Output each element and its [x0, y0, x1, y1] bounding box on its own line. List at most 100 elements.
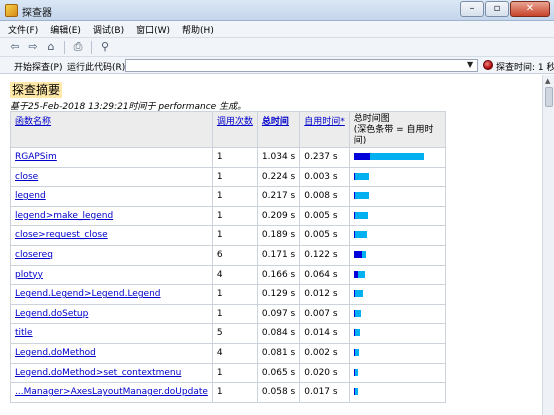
time-bar	[353, 231, 441, 239]
total-time-bar	[353, 211, 368, 219]
time-bar	[353, 309, 441, 318]
timer-icon	[483, 60, 493, 70]
sort-by-name-link[interactable]: 函数名称	[15, 117, 51, 127]
self-time-bar	[353, 192, 355, 200]
toolbar-separator	[91, 40, 92, 54]
cell-calls: 6	[211, 244, 258, 266]
cell-time-graph	[348, 205, 446, 227]
menu-debug[interactable]: 调试(B)	[93, 23, 124, 36]
function-link[interactable]: ...Manager>AxesLayoutManager.doUpdate	[15, 387, 208, 397]
time-bar	[353, 329, 441, 337]
function-link[interactable]: Legend.Legend>Legend.Legend	[15, 289, 161, 299]
run-code-input[interactable]	[125, 59, 478, 72]
table-row: Legend.Legend>Legend.Legend 1 0.129 s 0.012…	[10, 284, 446, 305]
function-link[interactable]: legend>make_legend	[15, 211, 113, 221]
cell-self-time: 0.020 s	[299, 362, 350, 384]
sort-by-total-link[interactable]: 总时间	[262, 117, 289, 127]
print-icon[interactable]: ⎙	[71, 40, 85, 54]
column-header-calls[interactable]: 调用次数	[211, 111, 258, 148]
table-row: close 1 0.224 s 0.003 s	[10, 166, 446, 188]
maximize-button[interactable]: ▫	[485, 1, 509, 17]
total-time-bar	[353, 231, 367, 239]
cell-function-name: title	[10, 323, 213, 344]
minimize-button[interactable]: –	[460, 1, 484, 17]
function-link[interactable]: title	[15, 328, 33, 338]
column-header-name[interactable]: 函数名称	[10, 111, 213, 148]
cell-self-time: 0.014 s	[299, 323, 350, 344]
sort-by-calls-link[interactable]: 调用次数	[217, 117, 253, 127]
scroll-up-icon[interactable]: ▲	[545, 77, 550, 85]
function-link[interactable]: Legend.doSetup	[15, 309, 88, 319]
cell-calls: 1	[211, 225, 258, 246]
menu-help[interactable]: 帮助(H)	[182, 23, 214, 36]
cell-function-name: close>request_close	[10, 225, 213, 246]
cell-calls: 1	[211, 284, 258, 305]
function-link[interactable]: closereq	[15, 250, 53, 260]
column-header-self[interactable]: 自用时间*	[299, 111, 350, 148]
function-link[interactable]: Legend.doMethod	[15, 348, 96, 358]
cell-function-name: legend>make_legend	[10, 205, 213, 227]
report-panel: 探查摘要 基于25-Feb-2018 13:29:21时间于 performan…	[0, 75, 542, 415]
menu-file[interactable]: 文件(F)	[8, 23, 38, 36]
find-icon[interactable]: ⚲	[98, 40, 112, 54]
table-row: title 5 0.084 s 0.014 s	[10, 323, 446, 344]
function-link[interactable]: RGAPSim	[15, 152, 57, 162]
cell-total-time: 0.084 s	[256, 323, 301, 344]
function-link[interactable]: close	[15, 172, 38, 182]
column-header-graph: 总时间图 (深色条带 = 自用时间)	[348, 111, 446, 148]
toolbar-separator	[64, 40, 65, 54]
table-row: Legend.doSetup 1 0.097 s 0.007 s	[10, 303, 446, 325]
cell-total-time: 0.189 s	[256, 225, 301, 246]
function-link[interactable]: legend	[15, 191, 46, 201]
self-time-bar	[353, 388, 355, 396]
cell-time-graph	[348, 342, 446, 364]
table-row: Legend.doMethod>set_contextmenu 1 0.065 s0…	[10, 362, 446, 384]
table-row: plotyy 4 0.166 s 0.064 s	[10, 264, 446, 286]
vertical-scrollbar[interactable]: ▲	[542, 75, 554, 415]
cell-self-time: 0.064 s	[299, 264, 350, 286]
column-header-total[interactable]: 总时间	[256, 111, 301, 148]
cell-time-graph	[348, 225, 446, 246]
cell-calls: 4	[211, 264, 258, 286]
table-row: close>request_close 1 0.189 s 0.005 s	[10, 225, 446, 246]
start-profiling-button[interactable]: 开始探查(P)	[14, 60, 62, 73]
home-icon[interactable]: ⌂	[44, 40, 58, 54]
chevron-down-icon[interactable]: ▼	[467, 60, 473, 69]
back-arrow-icon[interactable]: ⇦	[8, 40, 22, 54]
cell-self-time: 0.122 s	[299, 244, 350, 266]
menu-window[interactable]: 窗口(W)	[136, 23, 170, 36]
table-row: legend 1 0.217 s 0.008 s	[10, 186, 446, 207]
scrollbar-thumb[interactable]	[545, 87, 553, 107]
forward-arrow-icon[interactable]: ⇨	[26, 40, 40, 54]
table-row: ...Manager>AxesLayoutManager.doUpdate 1 0.…	[10, 382, 446, 403]
cell-time-graph	[348, 382, 446, 403]
app-icon	[5, 4, 18, 17]
function-link[interactable]: Legend.doMethod>set_contextmenu	[15, 368, 181, 378]
cell-total-time: 1.034 s	[256, 147, 301, 168]
menu-edit[interactable]: 编辑(E)	[50, 23, 81, 36]
time-bar	[353, 153, 441, 161]
self-time-bar	[353, 348, 355, 356]
sort-by-self-link[interactable]: 自用时间*	[304, 117, 345, 127]
cell-total-time: 0.097 s	[256, 303, 301, 325]
cell-function-name: ...Manager>AxesLayoutManager.doUpdate	[10, 382, 213, 403]
cell-function-name: closereq	[10, 244, 213, 266]
cell-function-name: Legend.doMethod>set_contextmenu	[10, 362, 213, 384]
profile-time-label: 探查时间: 1 秒	[496, 63, 554, 73]
cell-calls: 1	[211, 147, 258, 168]
title-bar: 探查器 – ▫ ✕	[0, 0, 554, 21]
time-bar	[353, 290, 441, 298]
function-link[interactable]: plotyy	[15, 270, 43, 280]
self-time-bar	[353, 153, 370, 160]
menu-bar: 文件(F) 编辑(E) 调试(B) 窗口(W) 帮助(H)	[0, 21, 554, 38]
cell-time-graph	[348, 147, 446, 168]
close-button[interactable]: ✕	[510, 1, 550, 17]
run-code-label: 运行此代码(R):	[67, 63, 129, 73]
self-time-bar	[353, 211, 355, 219]
function-link[interactable]: close>request_close	[15, 230, 108, 240]
cell-calls: 1	[211, 205, 258, 227]
cell-function-name: plotyy	[10, 264, 213, 286]
cell-time-graph	[348, 186, 446, 207]
cell-self-time: 0.005 s	[299, 225, 350, 246]
profile-table: 函数名称 调用次数 总时间 自用时间* 总时间图 (深色条带 = 自用时间) R…	[10, 111, 446, 403]
